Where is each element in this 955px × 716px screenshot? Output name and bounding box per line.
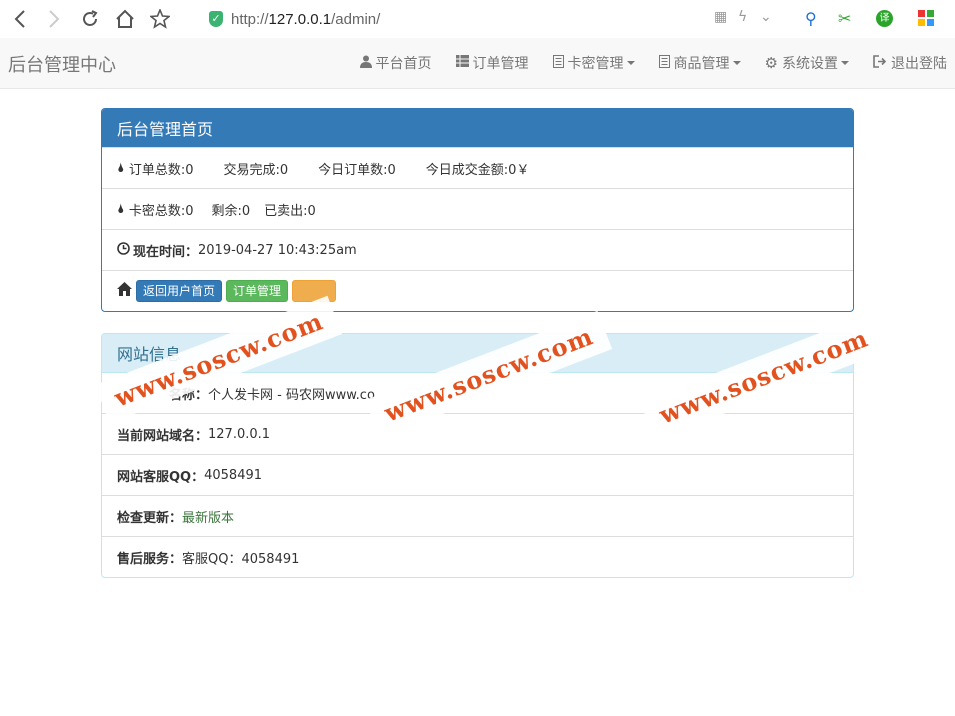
drop-icon: 🌢 (117, 201, 125, 217)
lightning-icon[interactable]: ϟ (738, 9, 747, 25)
nav-label: 订单管理 (472, 56, 529, 72)
nav-order-management[interactable]: 订单管理 (444, 38, 541, 88)
today-orders: 今日订单数:0 (318, 162, 396, 178)
card-left: 剩余:0 (211, 203, 251, 219)
home-icon[interactable] (113, 8, 137, 30)
scissors-icon[interactable]: ✂ (838, 9, 851, 28)
clock-icon (117, 241, 130, 259)
trade-done: 交易完成:0 (223, 162, 289, 178)
site-domain-row: 当前网站域名： 127.0.0.1 (102, 413, 853, 454)
current-time-row: 现在时间： 2019-04-27 10:43:25am (102, 229, 853, 270)
nav-label: 平台首页 (375, 56, 432, 72)
order-management-button[interactable]: 订单管理 (226, 280, 289, 302)
chevron-down-icon[interactable]: ⌄ (760, 9, 772, 25)
today-amount: 今日成交金额:0￥ (425, 162, 530, 178)
card-sold: 已卖出:0 (264, 203, 316, 219)
address-bar[interactable]: ✓ http://127.0.0.1/admin/ (205, 6, 775, 32)
drop-icon: 🌢 (117, 160, 125, 176)
gear-icon: ⚙ (764, 54, 778, 72)
quick-links-row: 返回用户首页 订单管理 (102, 270, 853, 311)
nav-label: 退出登陆 (891, 56, 947, 72)
site-qq-row: 网站客服QQ： 4058491 (102, 454, 853, 495)
home-icon (117, 282, 132, 300)
order-total: 订单总数:0 (128, 162, 194, 178)
caret-down-icon (626, 61, 635, 65)
back-to-user-home-button[interactable]: 返回用户首页 (136, 280, 223, 302)
site-domain-value: 127.0.0.1 (208, 426, 271, 442)
browser-toolbar: ✓ http://127.0.0.1/admin/ ▦ ϟ ⌄ ⚲ ✂ 译 (0, 0, 955, 39)
site-domain-label: 当前网站域名： (117, 428, 209, 444)
card-stats-row: 🌢 卡密总数:0 剩余:0 已卖出:0 (102, 188, 853, 229)
nav-system-settings[interactable]: ⚙ 系统设置 (753, 38, 861, 88)
warning-button[interactable] (292, 280, 337, 302)
brand-title[interactable]: 后台管理中心 (8, 51, 116, 77)
nav-label: 卡密管理 (567, 56, 624, 72)
nav-card-management[interactable]: 卡密管理 (541, 38, 647, 88)
file-icon (658, 54, 670, 72)
after-sales-row: 售后服务： 客服QQ：4058491 (102, 536, 853, 577)
search-icon[interactable]: ⚲ (805, 9, 817, 28)
forward-icon[interactable] (42, 8, 66, 30)
list-icon (455, 55, 469, 71)
nav-label: 商品管理 (673, 56, 730, 72)
qrcode-icon[interactable]: ▦ (714, 9, 727, 25)
site-qq-value: 4058491 (204, 467, 263, 483)
nav-platform-home[interactable]: 平台首页 (348, 38, 444, 88)
bookmark-star-icon[interactable] (148, 8, 172, 30)
reload-icon[interactable] (78, 8, 102, 30)
nav-logout[interactable]: 退出登陆 (861, 38, 955, 88)
after-sales-label: 售后服务： (117, 551, 183, 567)
caret-down-icon (841, 61, 849, 65)
back-icon[interactable] (8, 8, 32, 30)
site-name-value: 个人发卡网 - 码农网www.co (208, 387, 375, 403)
top-navbar: 后台管理中心 平台首页 订单管理 卡密管理 商品管理 ⚙ 系统设置 退出登陆 (0, 38, 955, 89)
caret-down-icon (732, 61, 741, 65)
apps-grid-icon[interactable] (918, 10, 934, 30)
site-qq-label: 网站客服QQ： (117, 469, 205, 485)
check-update-label: 检查更新： (117, 510, 183, 526)
order-stats-row: 🌢 订单总数:0 交易完成:0 今日订单数:0 今日成交金额:0￥ (102, 147, 853, 188)
url-text: http://127.0.0.1/admin/ (231, 10, 381, 28)
check-update-row: 检查更新： 最新版本 (102, 495, 853, 536)
card-total: 卡密总数:0 (128, 203, 194, 219)
nav-label: 系统设置 (782, 56, 838, 72)
check-update-value[interactable]: 最新版本 (182, 507, 234, 526)
user-icon (359, 55, 372, 72)
nav-product-management[interactable]: 商品管理 (647, 38, 753, 88)
file-icon (552, 54, 564, 72)
translate-icon[interactable]: 译 (876, 10, 893, 27)
logout-icon (873, 54, 887, 72)
dashboard-panel: 后台管理首页 🌢 订单总数:0 交易完成:0 今日订单数:0 今日成交金额:0￥… (101, 108, 854, 312)
time-label: 现在时间： (133, 244, 199, 260)
after-sales-value: 客服QQ：4058491 (182, 551, 300, 567)
secure-shield-icon: ✓ (209, 11, 223, 27)
time-value: 2019-04-27 10:43:25am (198, 242, 357, 258)
panel-title: 后台管理首页 (102, 109, 853, 147)
nav-menu: 平台首页 订单管理 卡密管理 商品管理 ⚙ 系统设置 退出登陆 (348, 38, 955, 88)
